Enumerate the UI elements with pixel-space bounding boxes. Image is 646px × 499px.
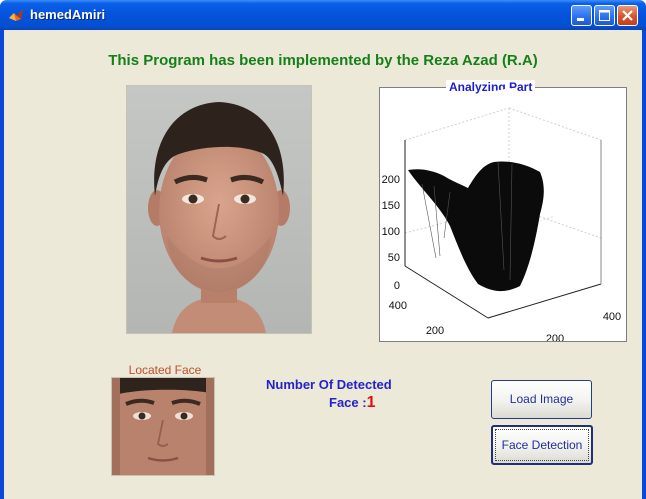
z-tick-label: 100 [382,226,400,238]
face-count-prefix: Face : [329,395,367,410]
z-tick-label: 150 [382,200,400,212]
maximize-icon [599,10,610,21]
minimize-icon [577,18,584,21]
face-photo [126,85,312,334]
located-face-label: Located Face [128,363,202,377]
z-tick-label: 50 [388,252,400,264]
minimize-button[interactable] [571,5,592,26]
figure-client-area: This Program has been implemented by the… [4,30,642,499]
matlab-icon [9,9,23,21]
x-tick-label: 200 [546,333,564,341]
z-tick-label: 0 [394,280,400,292]
detected-count-line: Face :1 [329,394,375,412]
analyzing-part-panel: Analyzing Part 200 150 100 50 0 400 200 … [379,80,627,342]
face-count-value: 1 [366,394,376,411]
program-credit-heading: This Program has been implemented by the… [108,52,538,69]
surface-plot: 200 150 100 50 0 400 200 0 0 200 400 [382,88,621,341]
face-detection-button[interactable]: Face Detection [491,425,593,465]
maximize-button[interactable] [594,5,615,26]
title-bar[interactable]: hemedAmiri [0,0,646,30]
x-tick-label: 400 [603,311,621,323]
close-button[interactable] [617,5,638,26]
load-image-button[interactable]: Load Image [491,380,592,419]
app-window: hemedAmiri This Program has been impleme… [0,0,646,499]
z-tick-label: 200 [382,174,400,186]
y-tick-label: 400 [389,300,407,312]
close-icon [622,10,633,21]
y-tick-label: 200 [426,325,444,337]
window-title: hemedAmiri [30,7,106,22]
located-face-image [111,377,215,476]
detected-count-label: Number Of Detected [266,377,392,392]
